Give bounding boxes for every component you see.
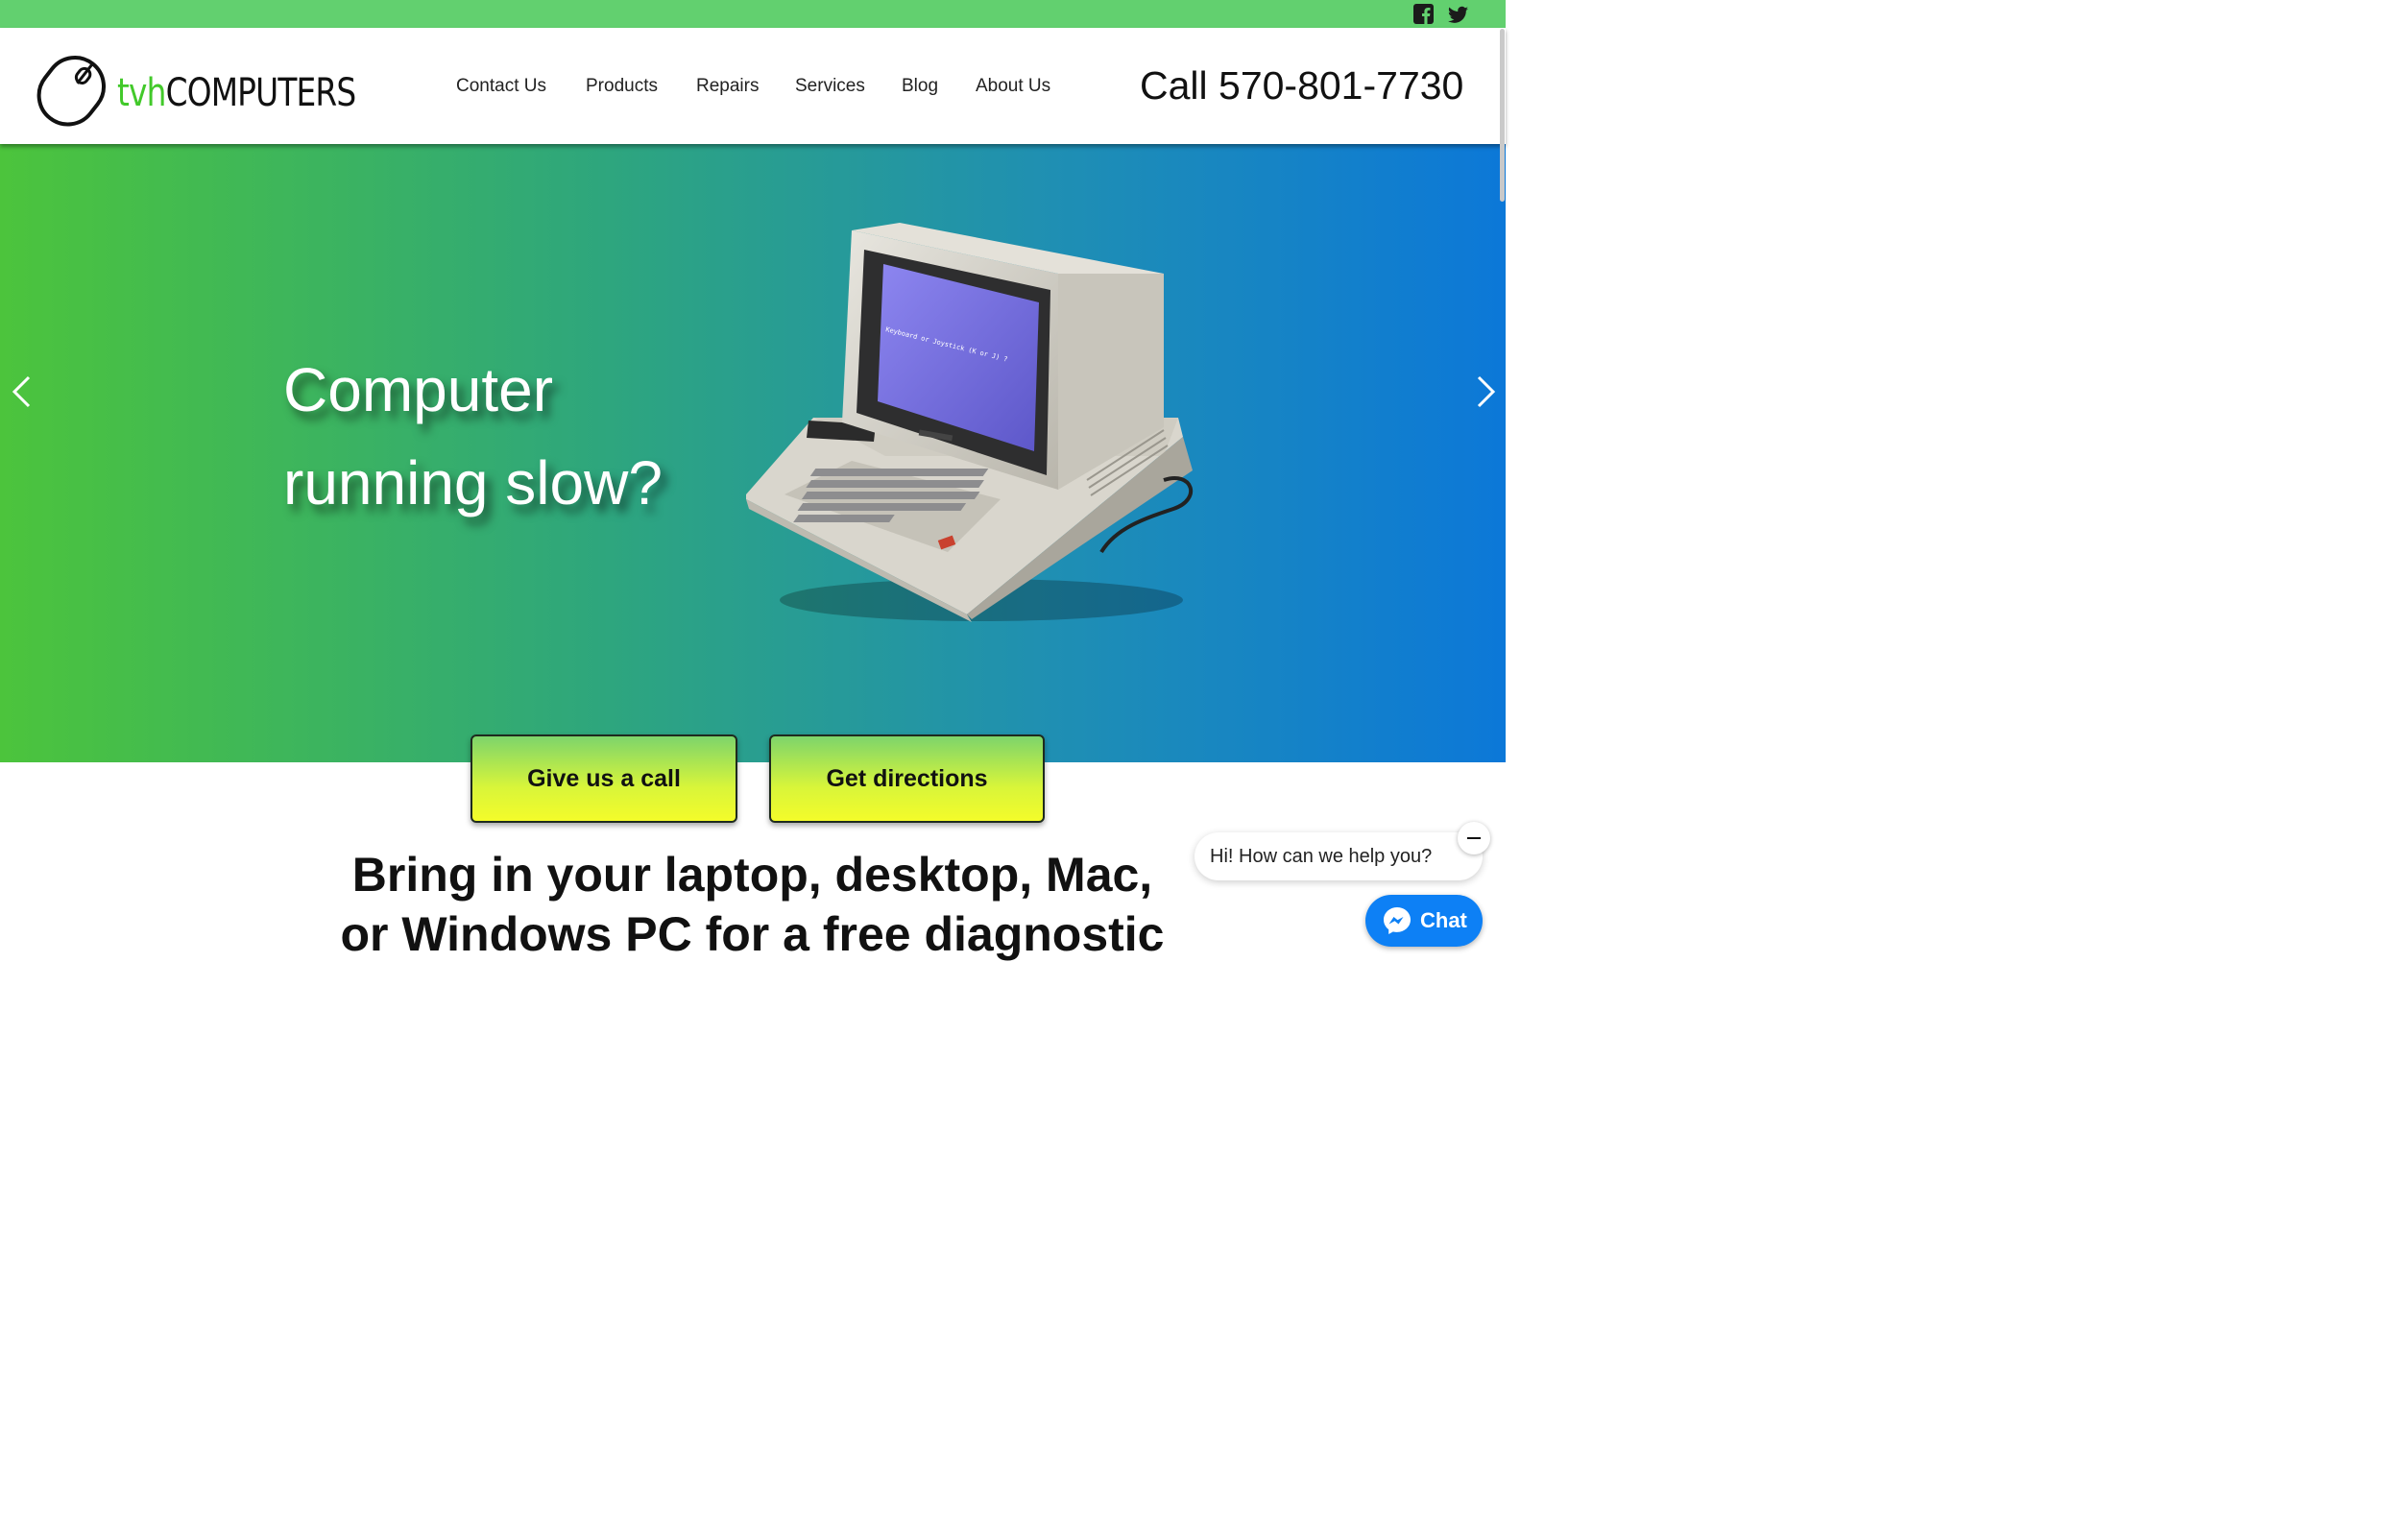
get-directions-button[interactable]: Get directions [769,734,1045,823]
logo-wordmark: tvhCOMPUTERS [117,71,356,115]
carousel-prev-icon[interactable] [10,374,33,409]
chat-greeting-bubble[interactable]: Hi! How can we help you? [1194,832,1483,880]
nav-products[interactable]: Products [586,76,658,97]
nav-about-us[interactable]: About Us [976,76,1050,97]
hero-banner: Computer running slow? Keyboard or Joyst… [0,144,1506,762]
retro-computer-image: Keyboard or Joystick (K or J) ? [746,223,1194,622]
give-us-a-call-button[interactable]: Give us a call [471,734,737,823]
messenger-icon [1384,907,1411,934]
nav-blog[interactable]: Blog [902,76,938,97]
site-logo[interactable]: tvhCOMPUTERS [36,44,356,127]
carousel-next-icon[interactable] [1475,374,1498,409]
hero-title: Computer running slow? [283,355,663,517]
nav-contact-us[interactable]: Contact Us [456,76,546,97]
facebook-icon[interactable] [1413,4,1434,24]
chat-button[interactable]: Chat [1365,895,1483,947]
phone-number[interactable]: Call 570-801-7730 [1140,63,1463,108]
nav-repairs[interactable]: Repairs [696,76,759,97]
scrollbar[interactable] [1500,29,1505,202]
minimize-chat-icon[interactable] [1458,822,1490,854]
nav-services[interactable]: Services [795,76,865,97]
twitter-icon[interactable] [1448,5,1468,25]
top-bar [0,0,1506,28]
